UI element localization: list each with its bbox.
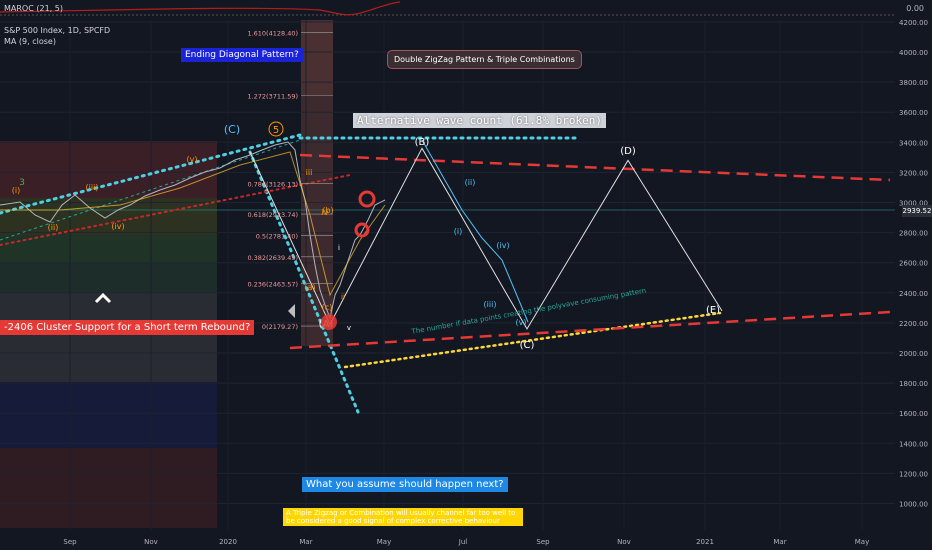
wave-label: i	[338, 244, 340, 252]
double-zigzag-label: Double ZigZag Pattern & Triple Combinati…	[387, 50, 582, 69]
wave-label: (E)	[706, 305, 720, 316]
y-tick-label: 2200.00	[899, 320, 928, 328]
wave-label: (v)	[516, 318, 527, 327]
wave-label: ii	[341, 293, 345, 301]
zone-top	[0, 141, 217, 198]
fib-label: 0.236(2463.57)	[247, 280, 298, 288]
wave-label: (ii)	[465, 178, 476, 187]
ma-label: MA (9, close)	[4, 37, 56, 46]
ending-diagonal-label: Ending Diagonal Pattern?	[181, 48, 303, 62]
x-tick-label: Nov	[617, 538, 631, 546]
red-loop-marker-2	[354, 222, 370, 238]
x-tick-label: 2020	[219, 538, 237, 546]
red-loop-marker	[358, 190, 376, 208]
x-tick-label: May	[855, 538, 869, 546]
wave-path-cyan	[421, 139, 529, 323]
y-tick-label: 3600.00	[899, 109, 928, 117]
x-tick-label: Nov	[144, 538, 158, 546]
wave-label: (a)	[304, 283, 315, 292]
wave-label: iii	[306, 168, 313, 177]
fib-label: 1.610(4128.40)	[247, 30, 298, 38]
symbol-label: S&P 500 Index, 1D, SPCFD	[4, 26, 111, 35]
fib-label: 0.618(2923.74)	[247, 211, 298, 219]
wave-label: (v)	[187, 155, 198, 164]
y-tick-label: 1000.00	[899, 501, 928, 509]
indicator-value: 0.00	[906, 4, 924, 13]
y-tick-label: 3400.00	[899, 139, 928, 147]
x-tick-label: Mar	[773, 538, 786, 546]
indicator-label: MAROC (21, 5)	[4, 4, 63, 13]
y-tick-label: 4000.00	[899, 49, 928, 57]
x-tick-label: Jul	[458, 538, 468, 546]
wave-label: (i)	[12, 186, 20, 195]
x-tick-label: Mar	[299, 538, 312, 546]
red-channel-lower	[289, 310, 891, 350]
wave-label: 5	[273, 125, 279, 136]
y-tick-label: 3200.00	[899, 169, 928, 177]
x-tick-label: 2021	[696, 538, 714, 546]
triple-note: A Triple Zigzag or Combination will usua…	[283, 508, 523, 526]
wave-label: (iv)	[496, 241, 509, 250]
assume-label: What you assume should happen next?	[302, 477, 508, 492]
zone-mid2	[0, 235, 217, 263]
zone-navy	[0, 382, 217, 448]
wave-label: v	[347, 324, 351, 332]
fib-label: 1.272(3711.59)	[247, 92, 298, 100]
x-tick-label: May	[377, 538, 391, 546]
wave-label: (B)	[415, 137, 430, 148]
y-tick-label: 3800.00	[899, 79, 928, 87]
low-marker	[321, 314, 337, 330]
zone-mid3	[0, 263, 217, 292]
y-tick-label: 4200.00	[899, 19, 928, 27]
y-tick-label: 2800.00	[899, 230, 928, 238]
y-tick-label: 1600.00	[899, 410, 928, 418]
left-arrow-icon	[288, 304, 295, 318]
y-tick-label: 2000.00	[899, 350, 928, 358]
chart-canvas[interactable]: 1.610(4128.40) 1.272(3711.59) 0.786(3126.1…	[0, 0, 932, 550]
wave-label: (C)	[520, 340, 535, 351]
current-price-tag: 2939.52	[902, 205, 932, 217]
y-tick-label: 1400.00	[899, 440, 928, 448]
wave-label: (iii)	[86, 183, 99, 192]
wave-label: (ii)	[48, 223, 59, 232]
alt-count-label: Alternative wave count (61.8% broken)	[353, 113, 607, 128]
wave-label: (c)	[322, 303, 333, 312]
wave-label: (i)	[454, 227, 462, 236]
wave-label: (b)	[322, 206, 333, 215]
wave-label: (iii)	[484, 300, 497, 309]
x-tick-label: Sep	[63, 538, 77, 546]
y-tick-label: 1800.00	[899, 380, 928, 388]
y-tick-label: 2400.00	[899, 290, 928, 298]
x-tick-label: Sep	[536, 538, 550, 546]
fib-label: 0.5(2781.40)	[256, 232, 298, 240]
zone-bottom	[0, 448, 217, 528]
wave-label: (iv)	[111, 222, 124, 231]
y-tick-label: 1200.00	[899, 470, 928, 478]
cluster-label: -2406 Cluster Support for a Short term R…	[0, 320, 255, 335]
zone-grey	[0, 292, 217, 382]
red-channel-upper	[299, 153, 891, 182]
wave-label: (C)	[224, 123, 240, 136]
fib-label: 0.786(3126.13)	[247, 181, 298, 189]
fib-label: 0(2179.27)	[262, 323, 298, 331]
wave-label: (D)	[620, 146, 636, 157]
y-tick-label: 2600.00	[899, 260, 928, 268]
fib-label: 0.382(2639.45)	[247, 254, 298, 262]
